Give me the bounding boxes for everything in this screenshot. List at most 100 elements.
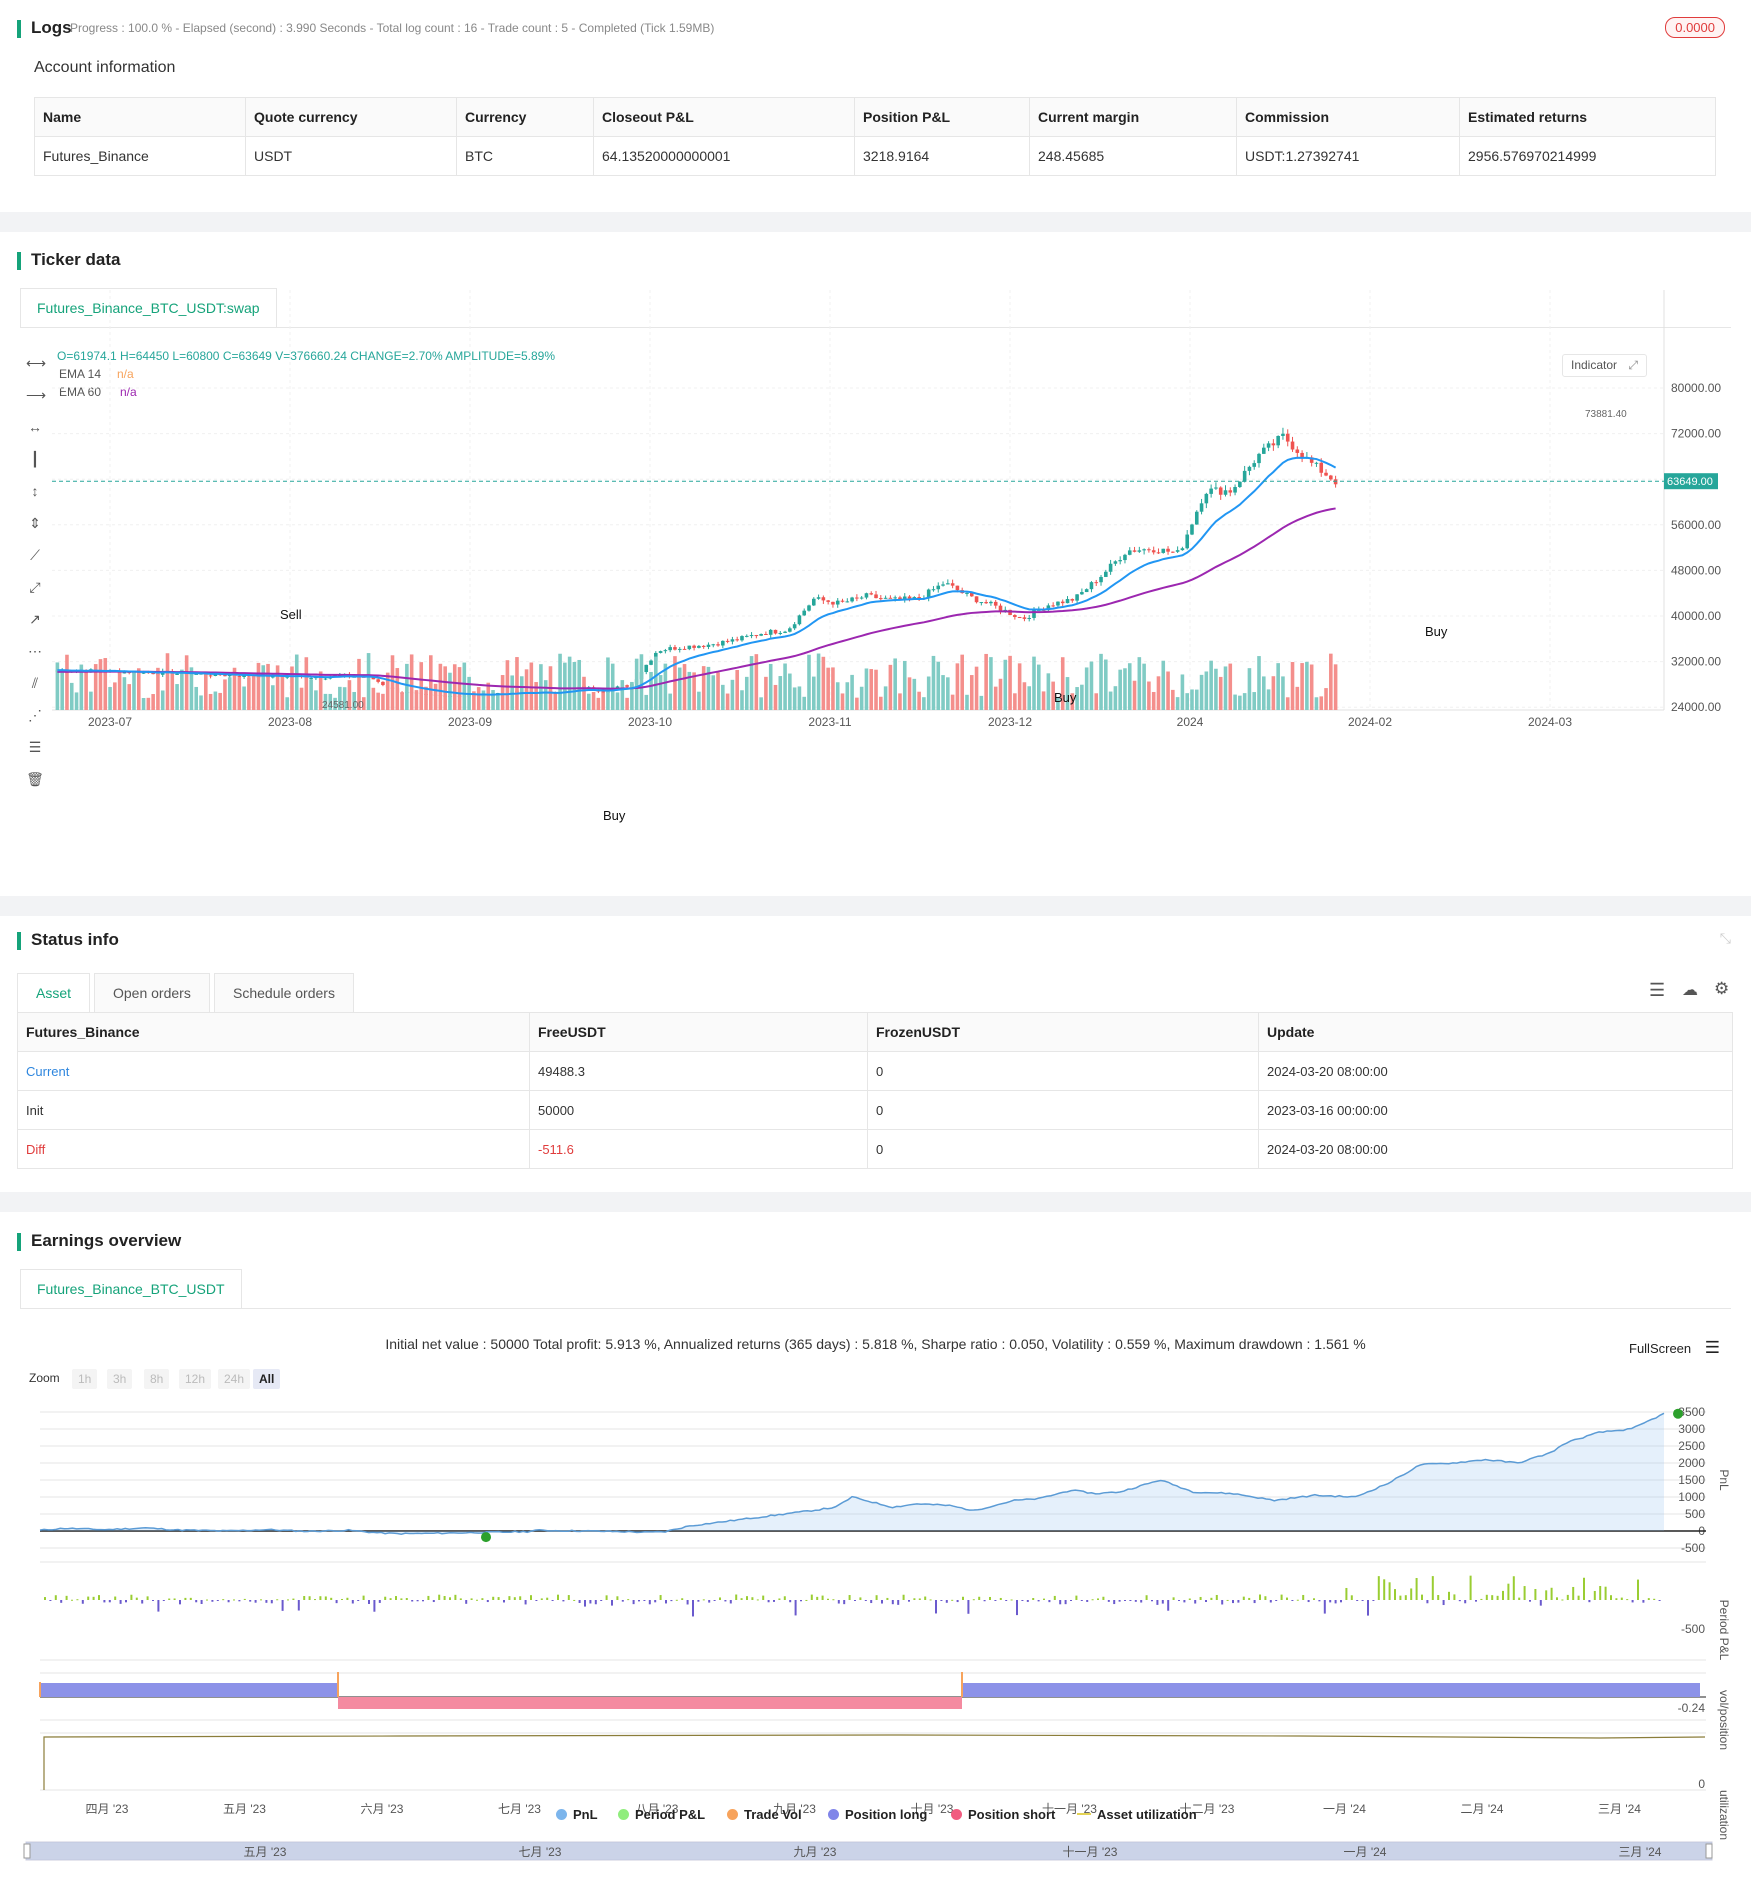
- volume-bar: [927, 676, 931, 710]
- account-cell: BTC: [457, 137, 594, 176]
- legend-position-long[interactable]: Position long: [828, 1807, 927, 1822]
- list-icon[interactable]: ☰: [1649, 980, 1665, 1001]
- asset-row-label[interactable]: Current: [18, 1052, 530, 1091]
- period-pnl-bar: [881, 1600, 883, 1604]
- zoom-8h-button[interactable]: 8h: [144, 1369, 169, 1389]
- zoom-3h-button[interactable]: 3h: [107, 1369, 132, 1389]
- volume-bar: [501, 675, 505, 710]
- period-pnl-bar: [1156, 1600, 1158, 1605]
- candle-body: [625, 685, 629, 687]
- candle-body: [1195, 512, 1199, 525]
- candle-body: [750, 635, 754, 636]
- legend-dot-icon: [951, 1809, 962, 1820]
- volume-bar: [1228, 664, 1232, 710]
- legend-trade-vol[interactable]: Trade Vol: [727, 1807, 802, 1822]
- volume-bar: [726, 694, 730, 710]
- candle-body: [1085, 589, 1089, 592]
- candle-body: [721, 641, 725, 646]
- period-pnl-bar: [1626, 1599, 1628, 1600]
- legend-position-short[interactable]: Position short: [951, 1807, 1055, 1822]
- legend-period-pnl[interactable]: Period P&L: [618, 1807, 705, 1822]
- candle-body: [1027, 618, 1031, 619]
- period-pnl-bar: [1178, 1600, 1180, 1601]
- period-pnl-bar: [1221, 1600, 1223, 1604]
- logs-badge[interactable]: 0.0000: [1665, 17, 1725, 38]
- legend-dot-icon: [618, 1809, 629, 1820]
- volume-bar: [376, 693, 380, 710]
- account-cell: 2956.576970214999: [1460, 137, 1716, 176]
- period-pnl-bar: [330, 1598, 332, 1600]
- zoom-24h-button[interactable]: 24h: [218, 1369, 250, 1389]
- volume-bar: [1138, 657, 1142, 710]
- fullscreen-button[interactable]: FullScreen ☰: [1629, 1338, 1720, 1358]
- tab-earnings-symbol[interactable]: Futures_Binance_BTC_USDT: [20, 1269, 242, 1308]
- zoom-1h-button[interactable]: 1h: [72, 1369, 97, 1389]
- collapse-icon[interactable]: ⤡: [1720, 930, 1731, 947]
- period-pnl-bar: [805, 1600, 807, 1601]
- period-pnl-bar: [1443, 1600, 1445, 1605]
- volume-bar: [573, 662, 577, 710]
- candle-body: [846, 601, 850, 602]
- volume-bar: [577, 660, 581, 710]
- signal-label: Buy: [603, 808, 626, 823]
- volume-bar: [1319, 696, 1323, 710]
- month-axis-label: 七月 '23: [498, 1802, 541, 1816]
- volume-bar: [290, 666, 294, 710]
- candle-body: [812, 599, 816, 606]
- period-pnl-bar: [1615, 1598, 1617, 1600]
- candle-body: [381, 682, 385, 685]
- period-pnl-bar: [778, 1598, 780, 1600]
- period-pnl-bar: [924, 1597, 926, 1600]
- period-pnl-bar: [676, 1600, 678, 1601]
- period-pnl-bar: [768, 1600, 770, 1602]
- volume-bar: [530, 663, 534, 710]
- volume-bar: [209, 694, 213, 710]
- side-axis-label: utilization: [1717, 1790, 1731, 1840]
- candle-body: [826, 600, 830, 601]
- period-pnl-bar: [692, 1600, 694, 1616]
- period-pnl-bar: [1129, 1600, 1131, 1601]
- volume-bar: [678, 668, 682, 710]
- period-pnl-bar: [1275, 1600, 1277, 1601]
- volume-bar: [989, 657, 993, 710]
- period-pnl-bar: [217, 1600, 219, 1601]
- pnl-axis-label: 1000: [1678, 1490, 1705, 1504]
- volume-bar: [716, 673, 720, 710]
- volume-bar: [644, 695, 648, 710]
- legend-asset-utilization[interactable]: Asset utilization: [1077, 1807, 1197, 1822]
- volume-bar: [606, 657, 610, 710]
- volume-bar: [1315, 697, 1319, 710]
- tab-asset[interactable]: Asset: [17, 973, 90, 1012]
- navigator-month-label: 十一月 '23: [1063, 1845, 1118, 1859]
- period-pnl-bar: [703, 1599, 705, 1600]
- legend-pnl[interactable]: PnL: [556, 1807, 598, 1822]
- volume-bar: [515, 657, 519, 710]
- period-pnl-bar: [1291, 1600, 1293, 1601]
- period-pnl-bar: [303, 1596, 305, 1600]
- period-pnl-bar: [1097, 1598, 1099, 1600]
- zoom-12h-button[interactable]: 12h: [179, 1369, 211, 1389]
- period-pnl-bar: [125, 1600, 127, 1602]
- period-pnl-bar: [136, 1598, 138, 1600]
- period-pnl-bar: [1005, 1600, 1007, 1601]
- period-pnl-bar: [228, 1600, 230, 1602]
- cloud-download-icon[interactable]: ☁: [1682, 980, 1698, 1000]
- volume-bar: [1181, 674, 1185, 710]
- volume-bar: [759, 697, 763, 710]
- period-pnl-bar: [481, 1598, 483, 1600]
- candlestick-chart[interactable]: 80000.0072000.0056000.0048000.0040000.00…: [0, 232, 1751, 896]
- volume-bar: [1310, 665, 1314, 710]
- zoom-all-button[interactable]: All: [253, 1369, 280, 1389]
- volume-bar: [410, 654, 414, 710]
- period-pnl-bar: [762, 1596, 764, 1600]
- volume-bar: [635, 659, 639, 710]
- candle-body: [884, 598, 888, 599]
- tab-open-orders[interactable]: Open orders: [94, 973, 210, 1012]
- menu-icon[interactable]: ☰: [1705, 1338, 1720, 1357]
- price-axis-label: 32000.00: [1671, 655, 1721, 669]
- candle-body: [644, 665, 648, 672]
- gear-icon[interactable]: ⚙: [1714, 979, 1729, 999]
- volume-bar: [415, 690, 419, 710]
- tab-schedule-orders[interactable]: Schedule orders: [214, 973, 354, 1012]
- price-axis-label: 72000.00: [1671, 427, 1721, 441]
